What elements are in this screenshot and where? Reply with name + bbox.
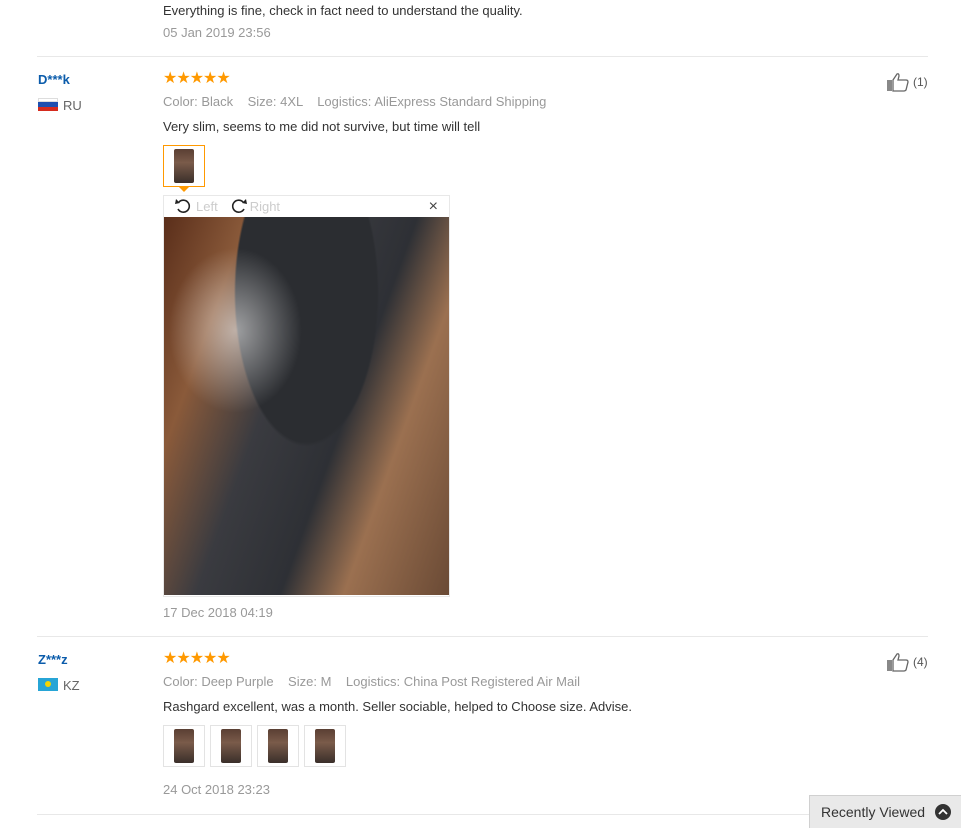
thumbs-up-icon (887, 653, 909, 672)
kazakhstan-flag-icon (38, 678, 58, 691)
photo-viewer: Left Right × (163, 195, 450, 597)
russia-flag-icon (38, 98, 58, 111)
review-date: 24 Oct 2018 23:23 (163, 782, 270, 797)
review-attributes: Color: Black Size: 4XL Logistics: AliExp… (163, 94, 546, 109)
photo-viewer-toolbar: Left Right × (164, 196, 449, 216)
photo-thumbnail-image (268, 729, 288, 763)
logistics-value: AliExpress Standard Shipping (374, 94, 547, 109)
size-value: 4XL (280, 94, 303, 109)
close-icon[interactable]: × (429, 198, 438, 216)
review-text: Everything is fine, check in fact need t… (163, 3, 523, 18)
reviewer-country: RU (63, 98, 82, 113)
color-value: Black (201, 94, 234, 109)
review-photo-thumbnail[interactable] (163, 145, 205, 187)
review-photo-thumbnail[interactable] (163, 725, 205, 767)
star-rating: ★★★★★ (163, 70, 231, 87)
photo-thumbnail-image (221, 729, 241, 763)
review-photo-thumbnail[interactable] (257, 725, 299, 767)
reviewer-name[interactable]: Z***z (38, 652, 68, 667)
rotate-left-icon (175, 199, 191, 213)
helpful-count: (1) (913, 75, 928, 89)
rotate-left-label: Left (196, 198, 218, 214)
color-label: Color: (163, 94, 198, 109)
reviewer-name[interactable]: D***k (38, 72, 70, 87)
photo-thumbnail-image (174, 729, 194, 763)
review-photo-thumbnail[interactable] (210, 725, 252, 767)
logistics-label: Logistics: (317, 94, 372, 109)
size-value: M (320, 674, 332, 689)
review-date: 05 Jan 2019 23:56 (163, 25, 271, 40)
review-divider (37, 56, 928, 57)
review-date: 17 Dec 2018 04:19 (163, 605, 273, 620)
photo-thumbnail-image (315, 729, 335, 763)
review-text: Rashgard excellent, was a month. Seller … (163, 699, 632, 714)
chevron-up-icon (935, 804, 952, 820)
active-thumbnail-indicator (178, 186, 190, 192)
helpful-count: (4) (913, 655, 928, 669)
review-text: Very slim, seems to me did not survive, … (163, 119, 481, 134)
rotate-right-icon (231, 199, 247, 213)
review-photo-thumbnail[interactable] (304, 725, 346, 767)
rotate-right-label: Right (249, 198, 281, 214)
recently-viewed-label: Recently Viewed (821, 804, 926, 820)
recently-viewed-button[interactable]: Recently Viewed (809, 795, 961, 828)
rotate-right-button[interactable]: Right (228, 197, 280, 215)
logistics-value: China Post Registered Air Mail (403, 674, 581, 689)
size-label: Size: (247, 94, 277, 109)
color-value: Deep Purple (201, 674, 274, 689)
reviewer-country: KZ (63, 678, 80, 693)
color-label: Color: (163, 674, 198, 689)
star-rating: ★★★★★ (163, 650, 231, 667)
review-divider (37, 636, 928, 637)
rotate-left-button[interactable]: Left (174, 197, 218, 215)
thumbs-up-icon (887, 73, 909, 92)
helpful-button[interactable]: (4) (886, 652, 928, 672)
helpful-button[interactable]: (1) (886, 72, 928, 92)
logistics-label: Logistics: (345, 674, 401, 689)
review-attributes: Color: Deep Purple Size: M Logistics: Ch… (163, 674, 580, 689)
size-label: Size: (288, 674, 317, 689)
review-divider (37, 814, 928, 815)
photo-thumbnail-image (174, 149, 194, 183)
review-photo-large (164, 217, 449, 595)
